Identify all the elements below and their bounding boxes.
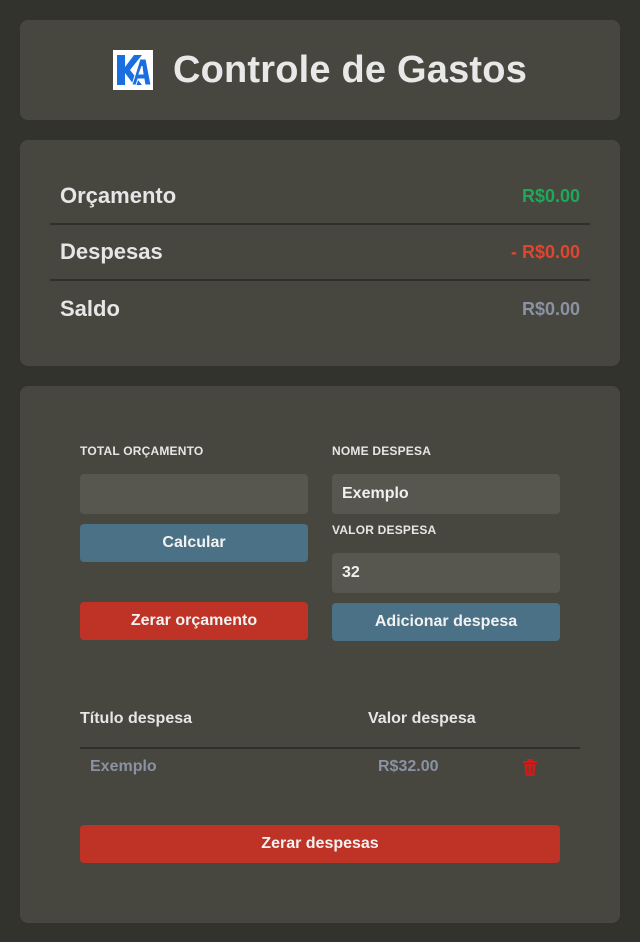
summary-row-expenses: Despesas - R$0.00	[50, 225, 590, 281]
ka-logo-icon	[112, 50, 153, 90]
expense-name-input[interactable]	[332, 474, 560, 514]
form-card: TOTAL ORÇAMENTO Calcular Zerar orçamento…	[20, 386, 620, 923]
summary-card: Orçamento R$0.00 Despesas - R$0.00 Saldo…	[20, 140, 620, 366]
calculate-button[interactable]: Calcular	[80, 524, 308, 562]
balance-value: R$0.00	[521, 298, 580, 319]
reset-expenses-button[interactable]: Zerar despesas	[80, 825, 560, 863]
reset-budget-button[interactable]: Zerar orçamento	[80, 602, 308, 640]
table-header-title: Título despesa	[80, 710, 193, 727]
add-expense-button[interactable]: Adicionar despesa	[332, 603, 560, 641]
expense-name-label: NOME DESPESA	[332, 444, 432, 458]
expense-value-input[interactable]	[332, 553, 560, 593]
table-header-value: Valor despesa	[368, 710, 476, 727]
budget-value: R$0.00	[521, 185, 580, 206]
trash-icon[interactable]	[522, 759, 538, 777]
header-card: Controle de Gastos	[20, 20, 620, 120]
summary-row-budget: Orçamento R$0.00	[50, 169, 590, 225]
balance-label: Saldo	[60, 296, 120, 321]
expenses-value: - R$0.00	[510, 241, 580, 262]
budget-label: Orçamento	[60, 183, 177, 208]
expense-value-cell: R$32.00	[378, 758, 439, 775]
budget-total-label: TOTAL ORÇAMENTO	[80, 444, 204, 458]
table-divider	[80, 747, 580, 749]
expense-value-label: VALOR DESPESA	[332, 523, 437, 537]
app-title: Controle de Gastos	[172, 48, 528, 91]
summary-row-balance: Saldo R$0.00	[50, 281, 590, 337]
expenses-label: Despesas	[60, 239, 163, 264]
expense-title-cell: Exemplo	[90, 758, 157, 775]
budget-total-input[interactable]	[80, 474, 308, 514]
